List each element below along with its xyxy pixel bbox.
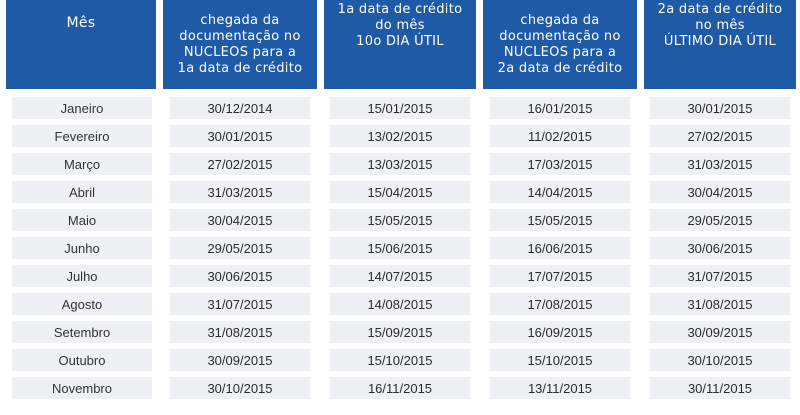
header-doc-2nd-credit: chegada da documentação no NUCLEOS para … <box>483 0 637 89</box>
month-cell: Março <box>63 156 101 172</box>
date-cell: 30/11/2015 <box>687 380 753 396</box>
date-cell: 30/10/2015 <box>687 352 753 368</box>
month-cell: Junho <box>64 240 100 256</box>
date-cell: 15/05/2015 <box>527 212 593 228</box>
date-cell: 15/10/2015 <box>367 352 433 368</box>
date-cell: 30/04/2015 <box>687 184 753 200</box>
header-doc-1st-credit: chegada da documentação no NUCLEOS para … <box>163 0 317 89</box>
header-line: documentação no <box>179 28 301 44</box>
header-line: 1a data de crédito <box>177 60 303 76</box>
date-cell: 31/07/2015 <box>207 296 273 312</box>
date-cell: 27/02/2015 <box>687 128 753 144</box>
date-cell: 14/08/2015 <box>367 296 433 312</box>
month-cell: Setembro <box>53 324 111 340</box>
date-cell: 17/08/2015 <box>527 296 593 312</box>
date-cell: 30/06/2015 <box>207 268 273 284</box>
month-cell: Fevereiro <box>54 128 110 144</box>
date-cell: 13/11/2015 <box>527 380 593 396</box>
header-line: NUCLEOS para a <box>503 44 617 60</box>
date-cell: 30/06/2015 <box>687 240 753 256</box>
date-cell: 16/11/2015 <box>367 380 433 396</box>
date-cell: 14/07/2015 <box>367 268 433 284</box>
date-cell: 13/03/2015 <box>367 156 433 172</box>
date-cell: 11/02/2015 <box>527 128 593 144</box>
date-cell: 31/03/2015 <box>207 184 273 200</box>
header-line: 1a data de crédito <box>337 2 463 17</box>
header-line: ÚLTIMO DIA ÚTIL <box>663 34 777 49</box>
date-cell: 31/03/2015 <box>687 156 753 172</box>
month-cell: Novembro <box>52 380 112 396</box>
header-line: 10o DIA ÚTIL <box>356 34 444 49</box>
header-line: NUCLEOS para a <box>183 44 297 60</box>
date-cell: 30/09/2015 <box>207 352 273 368</box>
header-1st-credit-date: 1a data de crédito do mês 10o DIA ÚTIL <box>324 0 476 89</box>
date-cell: 31/07/2015 <box>687 268 753 284</box>
date-cell: 13/02/2015 <box>367 128 433 144</box>
month-cell: Julho <box>66 268 98 284</box>
date-cell: 30/04/2015 <box>207 212 273 228</box>
date-cell: 31/08/2015 <box>207 324 273 340</box>
date-cell: 17/07/2015 <box>527 268 593 284</box>
date-cell: 15/05/2015 <box>367 212 433 228</box>
date-cell: 16/06/2015 <box>527 240 593 256</box>
date-cell: 31/08/2015 <box>687 296 753 312</box>
date-cell: 27/02/2015 <box>207 156 273 172</box>
date-cell: 17/03/2015 <box>527 156 593 172</box>
header-line: chegada da <box>520 12 600 28</box>
date-cell: 15/04/2015 <box>367 184 433 200</box>
date-cell: 15/09/2015 <box>367 324 433 340</box>
header-month-label: Mês <box>66 15 96 31</box>
date-cell: 15/06/2015 <box>367 240 433 256</box>
month-cell: Agosto <box>61 296 103 312</box>
header-line: 2a data de crédito <box>497 60 623 76</box>
month-cell: Outubro <box>58 352 106 368</box>
date-cell: 29/05/2015 <box>687 212 753 228</box>
date-cell: 29/05/2015 <box>207 240 273 256</box>
month-cell: Janeiro <box>60 100 104 116</box>
date-cell: 14/04/2015 <box>527 184 593 200</box>
header-line: no mês <box>695 18 745 33</box>
date-cell: 16/09/2015 <box>527 324 593 340</box>
header-month: Mês <box>6 0 156 89</box>
date-cell: 15/01/2015 <box>367 100 433 116</box>
date-cell: 30/09/2015 <box>687 324 753 340</box>
date-cell: 15/10/2015 <box>527 352 593 368</box>
date-cell: 30/10/2015 <box>207 380 273 396</box>
schedule-table: Mês chegada da documentação no NUCLEOS p… <box>0 0 800 415</box>
date-cell: 16/01/2015 <box>527 100 593 116</box>
header-2nd-credit-date: 2a data de crédito no mês ÚLTIMO DIA ÚTI… <box>644 0 796 89</box>
header-line: documentação no <box>499 28 621 44</box>
date-cell: 30/01/2015 <box>687 100 753 116</box>
date-cell: 30/01/2015 <box>207 128 273 144</box>
month-cell: Maio <box>67 212 97 228</box>
month-cell: Abril <box>68 184 95 200</box>
date-cell: 30/12/2014 <box>207 100 273 116</box>
header-line: do mês <box>375 18 425 33</box>
header-line: 2a data de crédito <box>657 2 783 17</box>
header-line: chegada da <box>200 12 280 28</box>
